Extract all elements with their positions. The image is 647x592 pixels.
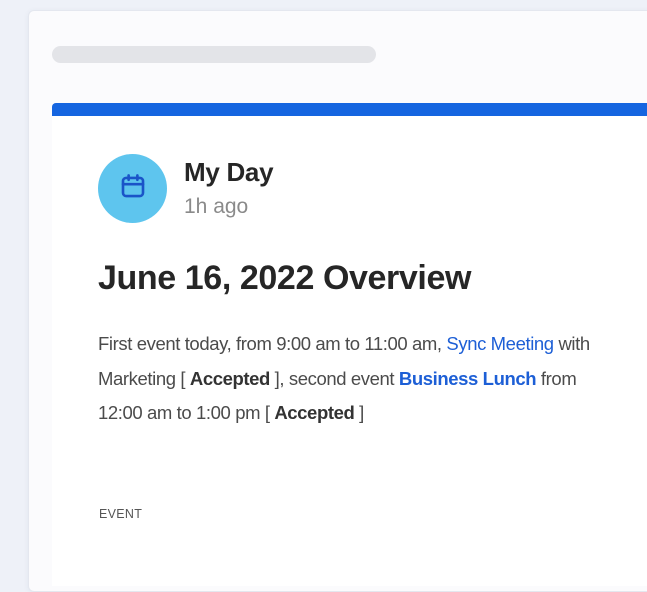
source-name: My Day xyxy=(184,157,274,187)
description-text: ], second event xyxy=(269,367,399,389)
description-text: First event today, from 9:00 am to 11:00… xyxy=(98,333,447,354)
notification-description: First event today, from 9:00 am to 11:00… xyxy=(98,327,608,431)
timestamp: 1h ago xyxy=(184,195,249,218)
event-status: Accepted xyxy=(189,367,270,389)
calendar-icon xyxy=(118,171,148,206)
loading-placeholder-bar xyxy=(52,46,376,63)
description-text: ] xyxy=(354,402,364,423)
business-lunch-link[interactable]: Business Lunch xyxy=(399,368,537,389)
event-status: Accepted xyxy=(274,402,355,423)
sync-meeting-link[interactable]: Sync Meeting xyxy=(446,333,554,354)
card-accent-bar xyxy=(52,103,647,116)
category-tag: EVENT xyxy=(99,507,143,521)
source-avatar xyxy=(98,154,167,223)
notification-title: June 16, 2022 Overview xyxy=(98,259,472,297)
